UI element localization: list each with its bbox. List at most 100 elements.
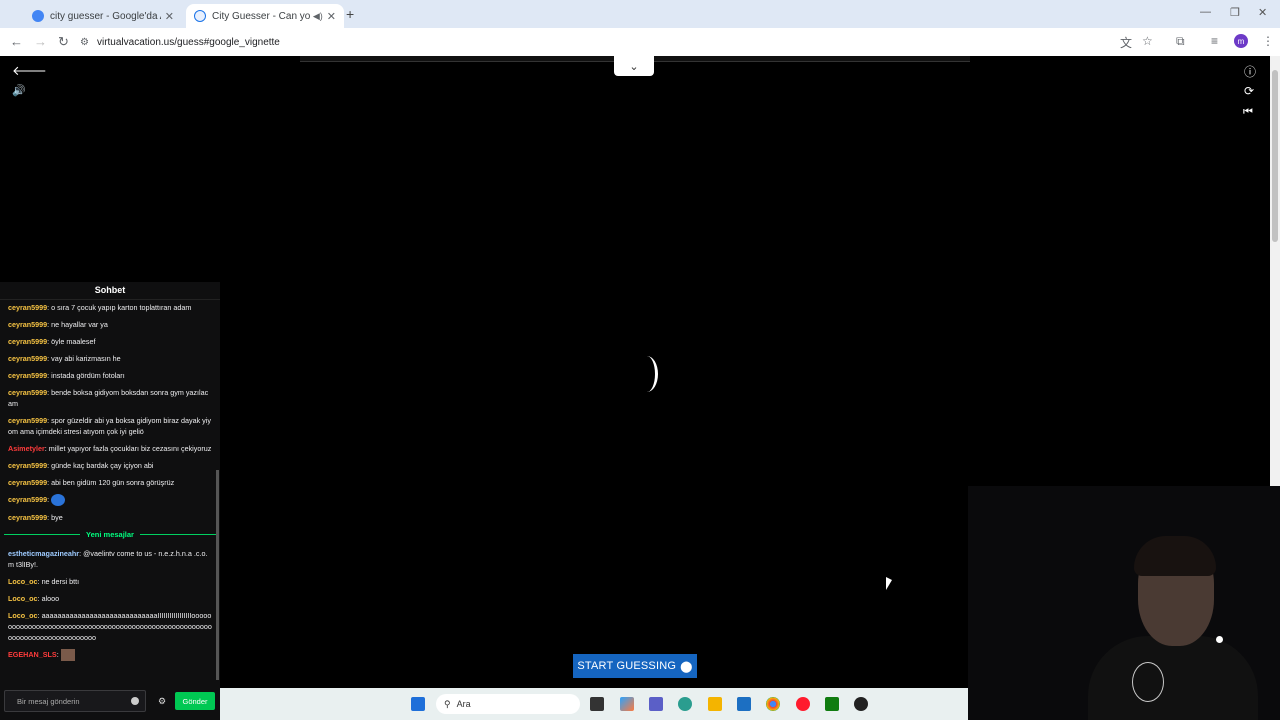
emote-icon [60,649,75,662]
new-tab-button[interactable]: + [346,6,354,22]
extensions-icon[interactable]: ⧉ [1176,34,1185,49]
back-arrow-icon[interactable]: 🡐 [12,63,47,79]
window-close-icon[interactable]: ✕ [1258,6,1267,19]
outlook-icon[interactable] [737,697,751,711]
taskbar-search-placeholder: Ara [456,699,471,709]
scrollbar-thumb[interactable] [1272,70,1278,242]
tab-strip: city guesser - Google'da Ara ✕ City Gues… [0,0,1280,28]
gear-icon[interactable]: ⚙ [158,696,166,707]
speaker-icon[interactable]: ◀) [313,11,323,22]
chevron-down-icon[interactable]: ⌄ [614,56,654,76]
task-view-icon[interactable] [590,697,604,711]
chat-title: Sohbet [0,282,220,300]
reading-list-icon[interactable]: ≡ [1211,34,1218,48]
chat-message: EGEHAN_SLS: [8,649,212,662]
chat-panel: Sohbet ceyran5999: o sıra 7 çocuk yapıp … [0,282,220,720]
chat-message: Loco_oc: alooo [8,594,60,604]
chat-username[interactable]: ceyran5999 [8,388,47,397]
logo-watermark-icon [1132,662,1164,702]
profile-avatar[interactable]: m [1234,34,1248,48]
chat-message: ceyran5999: [8,494,212,507]
chat-message: Asimetyler: millet yapıyor fazla çocukla… [8,444,212,453]
mouse-cursor-icon [886,577,892,590]
chat-message: ceyran5999: vay abi karizmasın he [8,354,121,363]
refresh-icon[interactable]: ⟳ [1244,84,1254,98]
chat-username[interactable]: ceyran5999 [8,337,47,346]
copilot-icon[interactable] [620,697,634,711]
back-icon[interactable]: ← [10,34,23,49]
chat-username[interactable]: Loco_oc [8,594,38,603]
chat-message: ceyran5999: abi ben gidüm 120 gün sonra … [8,478,175,487]
tab-title: City Guesser - Can you gue [212,10,311,22]
chat-username[interactable]: EGEHAN_SLS [8,650,57,659]
app-icon[interactable] [854,697,868,711]
restart-icon[interactable]: ⏮ [1243,106,1253,119]
streamer-body [1088,636,1258,720]
globe-icon [194,10,206,22]
chat-message: ceyran5999: instada gördüm fotoları [8,371,125,380]
chat-text: o sıra 7 çocuk yapıp karton toplattıran … [51,303,192,312]
file-explorer-icon[interactable] [708,697,722,711]
translate-icon[interactable]: 文 [1120,34,1132,51]
minimize-icon[interactable]: — [1200,6,1211,18]
chat-message: ceyran5999: bende boksa gidiyom boksdan … [8,388,209,408]
tab-city-guesser[interactable]: City Guesser - Can you gue ◀) ✕ [186,4,344,28]
chat-message: estheticmagazineahr: @vaelintv come to u… [8,549,208,570]
info-icon[interactable]: ⓘ [1244,63,1256,80]
chat-message: ceyran5999: günde kaç bardak çay içiyon … [8,461,154,470]
chat-username[interactable]: ceyran5999 [8,303,47,312]
chat-scrollbar[interactable] [216,470,219,680]
chat-input-placeholder: Bir mesaj gönderin [17,696,80,706]
chat-text: ne dersi bttı [41,577,80,587]
chat-message: ceyran5999: o sıra 7 çocuk yapıp karton … [8,303,192,312]
chat-username[interactable]: ceyran5999 [8,354,47,363]
chat-text: instada gördüm fotoları [51,371,125,380]
teams-icon[interactable] [649,697,663,711]
volume-icon[interactable]: 🔊 [12,84,26,97]
chat-input[interactable]: Bir mesaj gönderin [4,690,146,712]
forward-icon[interactable]: → [34,34,47,49]
chat-text: ne hayallar var ya [51,320,108,329]
chat-message: ceyran5999: spor güzeldir abi ya boksa g… [8,416,211,436]
windows-start-icon[interactable] [411,697,425,711]
chat-text: abi ben gidüm 120 gün sonra görüşrüz [51,478,175,487]
chat-username[interactable]: Loco_oc [8,611,38,620]
close-icon[interactable]: ✕ [165,10,174,23]
browser-toolbar: ← → ↻ ⚙ virtualvacation.us/guess#google_… [0,28,1280,56]
star-icon[interactable]: ☆ [1142,34,1153,48]
opera-icon[interactable] [796,697,810,711]
new-messages-label: Yeni mesajlar [86,530,134,540]
emote-picker-icon[interactable] [131,697,139,705]
edge-icon[interactable] [678,697,692,711]
chat-username[interactable]: estheticmagazineahr [8,549,79,558]
chat-username[interactable]: ceyran5999 [8,513,47,522]
chat-username[interactable]: ceyran5999 [8,320,47,329]
chat-username[interactable]: ceyran5999 [8,461,47,470]
reload-icon[interactable]: ↻ [58,34,69,50]
address-bar[interactable]: ⚙ virtualvacation.us/guess#google_vignet… [80,31,1140,53]
webcam-overlay [968,486,1280,720]
close-icon[interactable]: ✕ [327,10,336,23]
maximize-icon[interactable]: ❐ [1230,6,1240,19]
chat-username[interactable]: Loco_oc [8,577,38,586]
chat-username[interactable]: ceyran5999 [8,495,47,504]
taskbar-search[interactable]: ⚲ Ara [436,694,580,714]
chat-text: millet yapıyor fazla çocukları biz cezas… [48,444,212,453]
chat-username[interactable]: ceyran5999 [8,371,47,380]
chat-text: günde kaç bardak çay içiyon abi [51,461,154,470]
send-button[interactable]: Gönder [175,692,215,710]
menu-icon[interactable]: ⋮ [1262,34,1274,48]
site-info-icon[interactable]: ⚙ [80,37,89,48]
chat-text: öyle maalesef [51,337,96,346]
chat-username[interactable]: ceyran5999 [8,478,47,487]
chat-message: ceyran5999: öyle maalesef [8,337,96,346]
map-pin-icon: ⬤ [680,660,693,673]
chrome-icon[interactable] [766,697,780,711]
chat-message: ceyran5999: bye [8,513,63,523]
tab-google-search[interactable]: city guesser - Google'da Ara ✕ [24,4,182,28]
chat-username[interactable]: ceyran5999 [8,416,47,425]
start-guessing-button[interactable]: START GUESSING ⬤ [573,654,697,678]
chat-username[interactable]: Asimetyler [8,444,45,453]
chat-message: Loco_oc: aaaaaaaaaaaaaaaaaaaaaaaaaaaaaII… [8,611,212,643]
xbox-icon[interactable] [825,697,839,711]
